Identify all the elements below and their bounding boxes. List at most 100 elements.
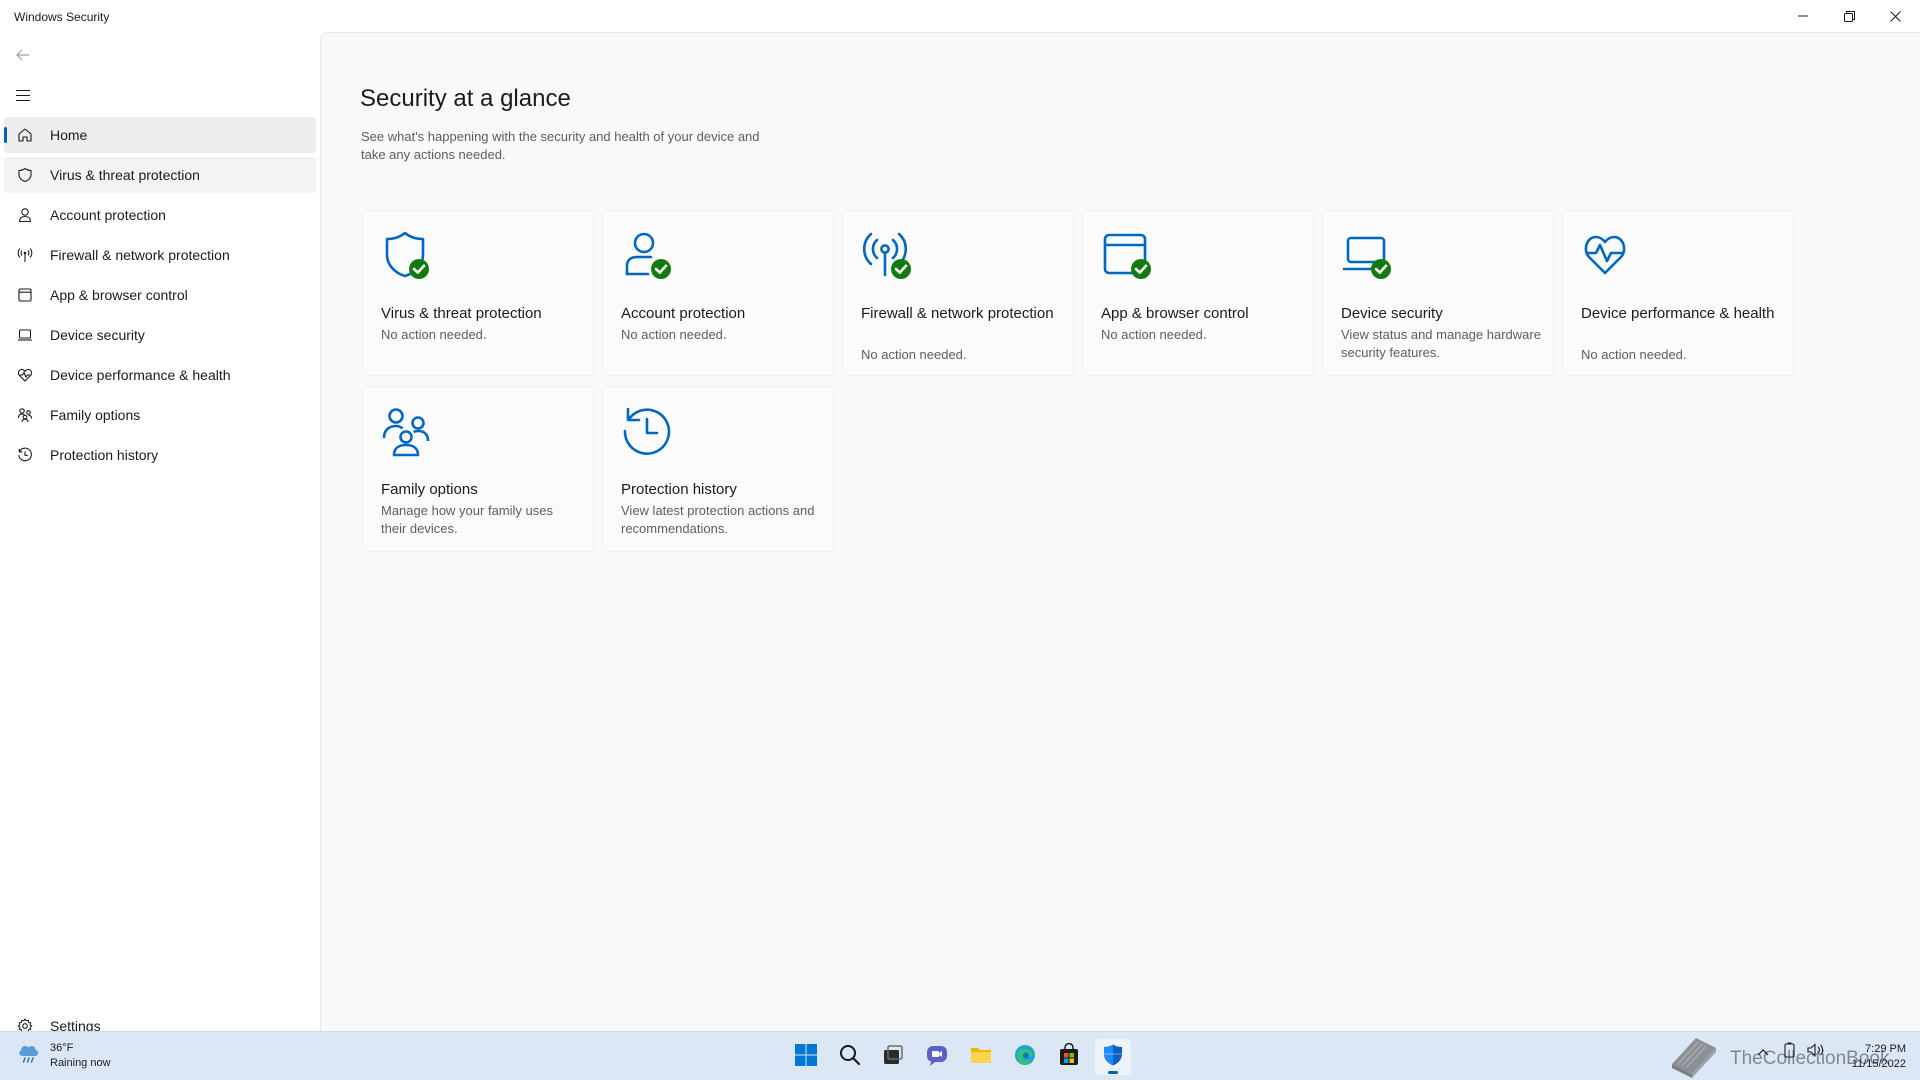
taskbar-start[interactable] xyxy=(788,1039,824,1075)
shield-check-icon xyxy=(381,229,437,285)
card-title: Family options xyxy=(381,481,478,498)
history-icon xyxy=(621,405,677,461)
back-arrow-icon xyxy=(16,48,30,66)
minimize-icon xyxy=(1798,11,1808,21)
minimize-button[interactable] xyxy=(1780,0,1826,32)
clock-date: 11/15/2022 xyxy=(1851,1058,1906,1070)
card-title: Device performance & health xyxy=(1581,305,1775,322)
sidebar-item-home[interactable]: Home xyxy=(4,117,316,153)
system-tray[interactable] xyxy=(1757,1042,1825,1061)
card-app-browser[interactable]: App & browser control No action needed. xyxy=(1082,210,1314,376)
taskbar-windows-security[interactable] xyxy=(1095,1039,1131,1075)
task-view-icon xyxy=(881,1043,905,1072)
sidebar-item-label: Home xyxy=(50,127,88,143)
active-indicator xyxy=(1108,1071,1118,1074)
card-title: Account protection xyxy=(621,305,746,322)
sidebar-item-label: Protection history xyxy=(50,447,159,463)
history-icon xyxy=(16,446,34,464)
taskbar-chat[interactable] xyxy=(919,1039,955,1075)
card-history[interactable]: Protection history View latest protectio… xyxy=(602,386,834,552)
card-performance[interactable]: Device performance & health No action ne… xyxy=(1562,210,1794,376)
chat-icon xyxy=(925,1043,949,1072)
chevron-up-icon[interactable] xyxy=(1757,1045,1769,1059)
window-title: Windows Security xyxy=(14,10,110,24)
family-icon xyxy=(381,405,437,461)
restore-button[interactable] xyxy=(1826,0,1872,32)
sidebar-item-history[interactable]: Protection history xyxy=(4,437,316,473)
close-button[interactable] xyxy=(1872,0,1918,32)
heart-pulse-icon xyxy=(16,366,34,384)
card-title: Firewall & network protection xyxy=(861,305,1054,322)
card-status: No action needed. xyxy=(1101,327,1207,342)
card-status: No action needed. xyxy=(621,327,727,342)
shield-icon xyxy=(16,166,34,184)
laptop-icon xyxy=(16,326,34,344)
antenna-check-icon xyxy=(861,229,917,285)
card-status: Manage how your family uses their device… xyxy=(381,503,553,536)
sidebar-item-app-browser[interactable]: App & browser control xyxy=(4,277,316,313)
antenna-icon xyxy=(16,246,34,264)
sidebar-item-label: Family options xyxy=(50,407,141,423)
weather-condition: Raining now xyxy=(50,1056,111,1069)
close-icon xyxy=(1889,10,1901,22)
sidebar-item-label: Firewall & network protection xyxy=(50,247,230,263)
windows-logo-icon xyxy=(794,1043,818,1072)
menu-button[interactable] xyxy=(12,86,34,108)
volume-icon[interactable] xyxy=(1807,1042,1825,1061)
sidebar-item-family[interactable]: Family options xyxy=(4,397,316,433)
sidebar-item-performance[interactable]: Device performance & health xyxy=(4,357,316,393)
page-title: Security at a glance xyxy=(360,85,571,112)
card-status: View latest protection actions and recom… xyxy=(621,503,815,536)
card-account[interactable]: Account protection No action needed. xyxy=(602,210,834,376)
restore-icon xyxy=(1843,10,1855,22)
main-content: Security at a glance See what's happenin… xyxy=(320,32,1920,1031)
card-virus-threat[interactable]: Virus & threat protection No action need… xyxy=(362,210,594,376)
card-device-security[interactable]: Device security View status and manage h… xyxy=(1322,210,1554,376)
title-bar: Windows Security xyxy=(0,0,1920,32)
rain-cloud-icon xyxy=(16,1040,42,1071)
hamburger-menu-icon xyxy=(16,88,30,106)
security-shield-icon xyxy=(1101,1043,1125,1072)
card-status: No action needed. xyxy=(1581,347,1687,362)
taskbar-store[interactable] xyxy=(1051,1039,1087,1075)
card-firewall[interactable]: Firewall & network protection No action … xyxy=(842,210,1074,376)
sidebar: Home Virus & threat protection Account p… xyxy=(0,32,320,1034)
page-subtitle: See what's happening with the security a… xyxy=(361,129,760,162)
card-status: No action needed. xyxy=(381,327,487,342)
person-check-icon xyxy=(621,229,677,285)
card-status: No action needed. xyxy=(861,347,967,362)
home-icon xyxy=(16,126,34,144)
person-icon xyxy=(16,206,34,224)
card-status: View status and manage hardware security… xyxy=(1341,327,1541,360)
taskbar-edge[interactable] xyxy=(1007,1039,1043,1075)
weather-widget[interactable]: 36°F Raining now xyxy=(16,1040,111,1071)
sidebar-item-label: Device performance & health xyxy=(50,367,231,383)
sidebar-item-account[interactable]: Account protection xyxy=(4,197,316,233)
edge-browser-icon xyxy=(1013,1043,1037,1072)
store-icon xyxy=(1057,1042,1081,1072)
folder-icon xyxy=(969,1043,993,1072)
app-window-icon xyxy=(16,286,34,304)
taskbar-task-view[interactable] xyxy=(875,1039,911,1075)
taskbar-clock[interactable]: 7:29 PM 11/15/2022 xyxy=(1852,1042,1906,1072)
sidebar-item-label: Virus & threat protection xyxy=(50,167,200,183)
back-button[interactable] xyxy=(12,46,34,68)
weather-temp: 36°F xyxy=(50,1041,74,1054)
search-icon xyxy=(838,1043,862,1072)
battery-icon[interactable] xyxy=(1783,1042,1797,1061)
card-title: Protection history xyxy=(621,481,737,498)
taskbar-search[interactable] xyxy=(832,1039,868,1075)
sidebar-item-virus-threat[interactable]: Virus & threat protection xyxy=(4,157,316,193)
laptop-check-icon xyxy=(1341,229,1397,285)
family-icon xyxy=(16,406,34,424)
sidebar-item-label: Account protection xyxy=(50,207,166,223)
taskbar-file-explorer[interactable] xyxy=(963,1039,999,1075)
sidebar-item-label: Device security xyxy=(50,327,145,343)
sidebar-item-firewall[interactable]: Firewall & network protection xyxy=(4,237,316,273)
taskbar: 36°F Raining now TheCollectionBook 7:29 … xyxy=(0,1031,1920,1080)
sidebar-item-device-security[interactable]: Device security xyxy=(4,317,316,353)
card-title: Device security xyxy=(1341,305,1443,322)
card-title: App & browser control xyxy=(1101,305,1249,322)
card-family[interactable]: Family options Manage how your family us… xyxy=(362,386,594,552)
nav-list: Home Virus & threat protection Account p… xyxy=(4,117,316,477)
